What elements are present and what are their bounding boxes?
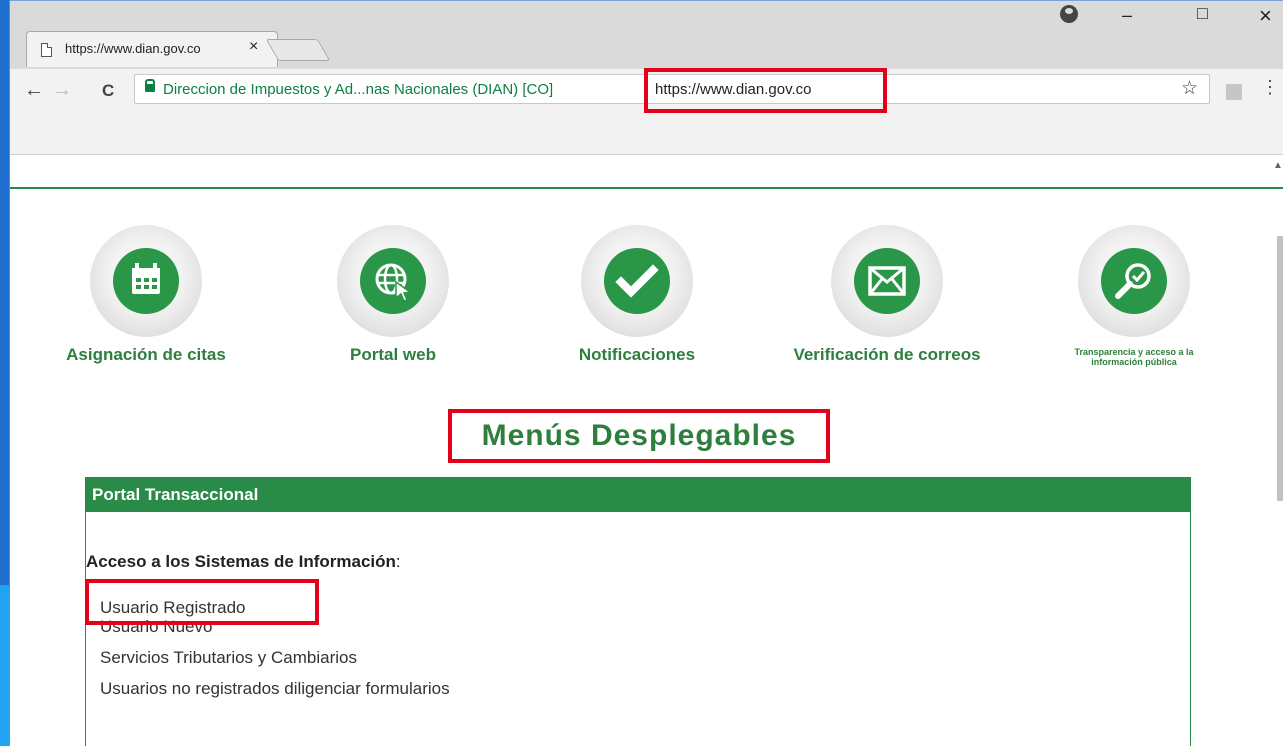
- link-usuarios-no-registrados[interactable]: Usuarios no registrados diligenciar form…: [100, 673, 450, 704]
- page-icon: [41, 43, 52, 57]
- back-button[interactable]: ←: [24, 79, 44, 102]
- panel-subtitle: Acceso a los Sistemas de Información:: [86, 552, 401, 572]
- service-label[interactable]: Notificaciones: [537, 345, 737, 365]
- service-disc: [581, 225, 693, 337]
- account-icon[interactable]: [1060, 5, 1078, 23]
- close-window-button[interactable]: ×: [1259, 3, 1272, 29]
- title-bar: https://www.dian.gov.co × – □ ×: [10, 1, 1283, 69]
- service-portal-web[interactable]: Portal web: [293, 225, 493, 365]
- browser-menu-icon[interactable]: ⋮: [1261, 77, 1279, 98]
- service-asignacion-citas[interactable]: Asignación de citas: [46, 225, 246, 365]
- highlight-box-usuario-registrado: [85, 579, 319, 625]
- service-disc: [1078, 225, 1190, 337]
- pdf-extension-icon[interactable]: [1226, 84, 1242, 100]
- service-label[interactable]: Portal web: [293, 345, 493, 365]
- scrollbar-thumb[interactable]: [1277, 236, 1283, 501]
- service-disc: [831, 225, 943, 337]
- header-divider: [10, 187, 1283, 189]
- panel-subtitle-text: Acceso a los Sistemas de Información: [86, 552, 396, 571]
- service-label[interactable]: Transparencia y acceso a la información …: [1059, 347, 1209, 367]
- panel-header[interactable]: Portal Transaccional: [86, 478, 1190, 512]
- highlight-box-section-title: [448, 409, 830, 463]
- browser-window: https://www.dian.gov.co × – □ × ← → C Di…: [10, 0, 1283, 746]
- service-disc: [337, 225, 449, 337]
- checkmark-icon: [604, 248, 670, 314]
- forward-button[interactable]: →: [52, 79, 72, 102]
- service-label[interactable]: Asignación de citas: [46, 345, 246, 365]
- service-label[interactable]: Verificación de correos: [787, 345, 987, 365]
- service-notificaciones[interactable]: Notificaciones: [537, 225, 737, 365]
- envelope-icon: [854, 248, 920, 314]
- link-servicios-tributarios[interactable]: Servicios Tributarios y Cambiarios: [100, 642, 450, 673]
- globe-cursor-icon: [360, 248, 426, 314]
- desktop-background: [0, 0, 10, 746]
- browser-tab[interactable]: https://www.dian.gov.co ×: [26, 31, 278, 67]
- page-content: ▲ Asignación de citas Portal web Notific…: [10, 156, 1283, 746]
- service-disc: [90, 225, 202, 337]
- service-verificacion-correos[interactable]: Verificación de correos: [787, 225, 987, 365]
- tab-title: https://www.dian.gov.co: [65, 41, 201, 56]
- tab-close-icon[interactable]: ×: [249, 38, 258, 56]
- magnifier-check-icon: [1101, 248, 1167, 314]
- site-identity[interactable]: Direccion de Impuestos y Ad...nas Nacion…: [163, 81, 553, 98]
- lock-icon: [145, 79, 155, 92]
- toolbar-spacer: [10, 113, 1283, 155]
- scroll-up-arrow[interactable]: ▲: [1273, 160, 1283, 171]
- panel-subtitle-colon: :: [395, 552, 401, 571]
- calendar-icon: [113, 248, 179, 314]
- minimize-button[interactable]: –: [1122, 5, 1132, 26]
- highlight-box-url: [644, 68, 887, 113]
- service-transparencia[interactable]: Transparencia y acceso a la información …: [1034, 225, 1234, 367]
- bookmark-star-icon[interactable]: ☆: [1181, 77, 1198, 100]
- maximize-button[interactable]: □: [1197, 3, 1208, 24]
- reload-button[interactable]: C: [102, 81, 114, 101]
